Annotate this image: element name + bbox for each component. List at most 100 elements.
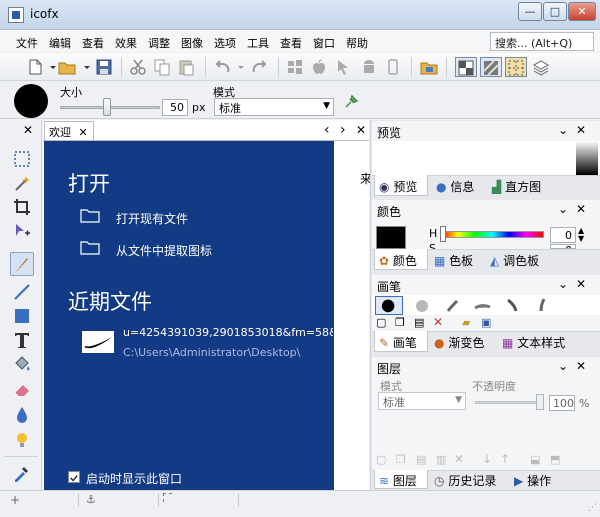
merge-layer-icon[interactable]: ▤ (416, 453, 426, 466)
brush-close-icon[interactable]: ✕ (576, 277, 586, 291)
move-icon[interactable] (12, 221, 32, 241)
pin-icon[interactable] (344, 93, 360, 109)
layers-close-icon[interactable]: ✕ (576, 359, 586, 373)
tab-history[interactable]: ◷ 历史记录 (434, 472, 496, 489)
close-tools-icon[interactable]: ✕ (23, 123, 33, 137)
preview-collapse-icon[interactable]: ⌄ (558, 123, 568, 137)
folder-brush-icon[interactable]: ▰ (462, 316, 470, 329)
extract-icons-link[interactable]: 从文件中提取图标 (116, 242, 212, 259)
minimize-button[interactable]: — (518, 2, 542, 21)
blur-drop-icon[interactable] (12, 405, 32, 425)
brush-collapse-icon[interactable]: ⌄ (558, 277, 568, 291)
flatten-icon[interactable]: ⬒ (550, 453, 560, 466)
cut-icon[interactable] (129, 58, 147, 76)
move-down-icon[interactable]: ↓ (482, 452, 492, 466)
size-input[interactable]: 50 (162, 99, 188, 116)
tab-preview[interactable]: ◉ 预览 (374, 175, 428, 196)
duplicate-layer-icon[interactable]: ❐ (396, 453, 406, 466)
brush-item-stroke[interactable] (440, 296, 464, 315)
save-icon[interactable] (95, 58, 113, 76)
tab-color[interactable]: ✿ 颜色 (374, 249, 428, 270)
cursor-icon[interactable] (334, 58, 352, 76)
brush-item-soft[interactable] (410, 296, 434, 315)
tab-info[interactable]: ● 信息 (436, 178, 474, 195)
image-folder-icon[interactable] (420, 58, 438, 76)
menu-adjust[interactable]: 调整 (148, 35, 170, 51)
rectangle-tool-icon[interactable] (12, 306, 32, 326)
open-dropdown-icon[interactable] (78, 58, 90, 76)
layer-opacity-input[interactable]: 100 (549, 395, 575, 411)
brush-tool-icon[interactable] (10, 252, 34, 276)
delete-layer-icon[interactable]: ✕ (454, 452, 464, 466)
menu-window[interactable]: 窗口 (313, 35, 335, 51)
phone-icon[interactable] (384, 58, 402, 76)
resize-grip-icon[interactable]: ⋰ (588, 503, 597, 513)
eraser-icon[interactable] (12, 380, 32, 400)
tab-histogram[interactable]: ▟ 直方图 (492, 178, 541, 195)
delete-brush-icon[interactable]: ✕ (433, 315, 443, 329)
layer-opacity-track[interactable] (475, 401, 543, 404)
new-layer-icon[interactable]: ▢ (376, 453, 386, 466)
maximize-button[interactable]: □ (543, 2, 567, 21)
tab-actions[interactable]: ▶ 操作 (514, 472, 551, 489)
menu-image[interactable]: 图像 (181, 35, 203, 51)
startup-checkbox[interactable] (68, 471, 80, 483)
copy-brush-icon[interactable]: ❐ (395, 316, 405, 329)
undo-icon[interactable] (214, 58, 232, 76)
text-tool-icon[interactable] (12, 330, 32, 350)
menu-view-2[interactable]: 查看 (280, 35, 302, 51)
close-button[interactable]: ✕ (568, 2, 596, 21)
move-up-icon[interactable]: ↑ (500, 452, 510, 466)
hue-slider-thumb[interactable] (440, 226, 446, 242)
layer-mode-select[interactable]: 标准 ▼ (378, 392, 466, 410)
tab-gradient[interactable]: ● 渐变色 (434, 334, 484, 351)
mode-select[interactable]: 标准 ▼ (214, 98, 334, 116)
menu-tools[interactable]: 工具 (247, 35, 269, 51)
new-brush-icon[interactable]: ▢ (376, 316, 386, 329)
menu-options[interactable]: 选项 (214, 35, 236, 51)
open-existing-link[interactable]: 打开现有文件 (116, 210, 188, 227)
paste-icon[interactable] (177, 58, 195, 76)
recent-file-name[interactable]: u=4254391039,2901853018&fm=58&bpow= (123, 326, 333, 339)
menu-edit[interactable]: 编辑 (49, 35, 71, 51)
redo-icon[interactable] (250, 58, 268, 76)
magic-wand-icon[interactable] (12, 173, 32, 193)
brush-item-leaf[interactable] (500, 296, 524, 315)
marquee-select-icon[interactable] (12, 149, 32, 169)
layers-collapse-icon[interactable]: ⌄ (558, 359, 568, 373)
menu-effects[interactable]: 效果 (115, 35, 137, 51)
layer-props-icon[interactable]: ▥ (436, 453, 446, 466)
saturation-input[interactable]: 0 (550, 244, 576, 249)
brush-item-round[interactable] (375, 296, 403, 315)
color-close-icon[interactable]: ✕ (576, 202, 586, 216)
checker-icon[interactable] (455, 57, 477, 77)
merge-down-icon[interactable]: ⬓ (530, 453, 540, 466)
eyedropper-icon[interactable] (12, 463, 32, 483)
current-color-swatch[interactable] (376, 226, 406, 249)
menu-help[interactable]: 帮助 (346, 35, 368, 51)
new-dropdown-icon[interactable] (44, 58, 56, 76)
brush-item-blade[interactable] (470, 296, 494, 315)
tab-welcome[interactable]: 欢迎 ✕ (44, 121, 94, 140)
lightbulb-icon[interactable] (12, 430, 32, 450)
tab-swatches[interactable]: ▦ 色板 (434, 252, 473, 269)
fill-bucket-icon[interactable] (12, 354, 32, 374)
preview-close-icon[interactable]: ✕ (576, 123, 586, 137)
menu-file[interactable]: 文件 (16, 35, 38, 51)
undo-dropdown-icon[interactable] (232, 58, 244, 76)
tab-layers[interactable]: ≋ 图层 (374, 470, 428, 489)
save-brush-icon[interactable]: ▣ (481, 316, 491, 329)
hue-spin-icon[interactable]: ▲ ▼ (578, 227, 584, 243)
search-input[interactable]: 搜索... (Alt+Q) (490, 32, 594, 51)
android-icon[interactable] (360, 58, 378, 76)
grid-icon[interactable] (505, 57, 527, 77)
copy-icon[interactable] (153, 58, 171, 76)
tab-prev-icon[interactable]: ‹ (324, 122, 330, 138)
color-collapse-icon[interactable]: ⌄ (558, 202, 568, 216)
pattern-icon[interactable] (480, 57, 502, 77)
tab-next-icon[interactable]: › (340, 122, 346, 138)
menu-view[interactable]: 查看 (82, 35, 104, 51)
tab-text-style[interactable]: ▦ 文本样式 (502, 334, 565, 351)
layer-opacity-thumb[interactable] (536, 394, 544, 410)
apple-icon[interactable] (310, 58, 328, 76)
